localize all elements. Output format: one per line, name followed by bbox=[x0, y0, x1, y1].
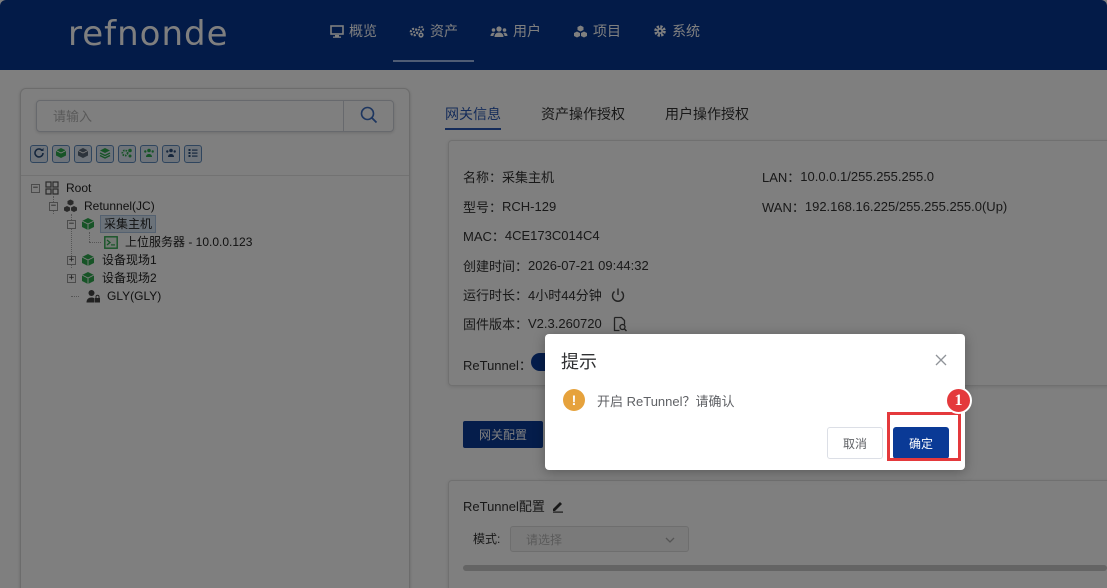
modal-overlay bbox=[0, 0, 1107, 588]
close-icon[interactable] bbox=[933, 352, 949, 368]
dialog-title: 提示 bbox=[561, 352, 597, 372]
cancel-button[interactable]: 取消 bbox=[827, 427, 883, 459]
warning-icon: ! bbox=[563, 389, 585, 411]
dialog-message: 开启 ReTunnel？请确认 bbox=[597, 394, 735, 409]
highlight-box bbox=[887, 412, 961, 461]
step-badge: 1 bbox=[945, 387, 972, 414]
